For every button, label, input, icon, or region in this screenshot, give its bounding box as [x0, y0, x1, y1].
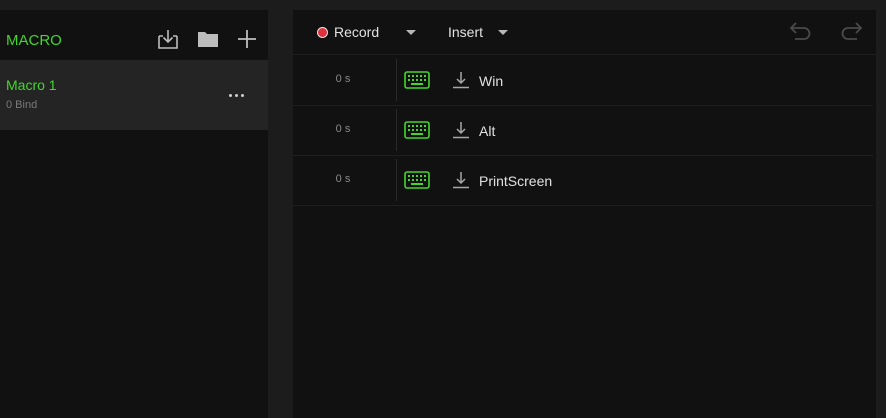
- import-icon[interactable]: [157, 28, 179, 50]
- key-down-icon: [452, 71, 470, 89]
- macro-sidebar: MACRO Macro 1 0 Bind: [0, 10, 268, 418]
- macro-name: Macro 1: [6, 77, 57, 93]
- macro-event-row[interactable]: 0 s PrintScreen: [293, 155, 873, 206]
- row-divider: [396, 109, 397, 151]
- macro-event-row[interactable]: 0 s Alt: [293, 105, 873, 156]
- redo-icon[interactable]: [839, 20, 865, 42]
- undo-icon[interactable]: [787, 20, 813, 42]
- macro-section-title: MACRO: [6, 32, 62, 49]
- insert-button[interactable]: Insert: [448, 22, 483, 42]
- macro-sidebar-header: MACRO: [0, 10, 268, 60]
- add-icon[interactable]: [236, 28, 258, 50]
- insert-label: Insert: [448, 24, 484, 40]
- record-dot-icon: [317, 26, 328, 38]
- event-key-name: Win: [479, 73, 504, 89]
- app-window: MACRO Macro 1 0 Bind Record Insert 0 s W…: [0, 0, 886, 418]
- more-options-icon[interactable]: [228, 93, 246, 99]
- event-delay[interactable]: 0 s: [323, 173, 363, 185]
- key-down-icon: [452, 121, 470, 139]
- folder-icon[interactable]: [197, 28, 219, 50]
- record-label: Record: [334, 24, 380, 40]
- macro-list-item[interactable]: Macro 1 0 Bind: [0, 60, 268, 130]
- keyboard-icon: [404, 171, 430, 189]
- macro-editor: Record Insert 0 s Win 0 s Alt 0 s PrintS…: [293, 10, 876, 418]
- macro-event-row[interactable]: 0 s Win: [293, 55, 873, 106]
- editor-toolbar: Record Insert: [293, 10, 876, 55]
- event-delay[interactable]: 0 s: [323, 123, 363, 135]
- event-key-name: PrintScreen: [479, 173, 553, 189]
- insert-options-chevron-down-icon[interactable]: [498, 30, 508, 35]
- macro-bind-count: 0 Bind: [6, 99, 38, 111]
- key-down-icon: [452, 171, 470, 189]
- record-options-chevron-down-icon[interactable]: [406, 30, 416, 35]
- record-button[interactable]: Record: [317, 22, 379, 42]
- row-divider: [396, 159, 397, 201]
- event-key-name: Alt: [479, 123, 496, 139]
- keyboard-icon: [404, 71, 430, 89]
- row-divider: [396, 59, 397, 101]
- event-delay[interactable]: 0 s: [323, 73, 363, 85]
- keyboard-icon: [404, 121, 430, 139]
